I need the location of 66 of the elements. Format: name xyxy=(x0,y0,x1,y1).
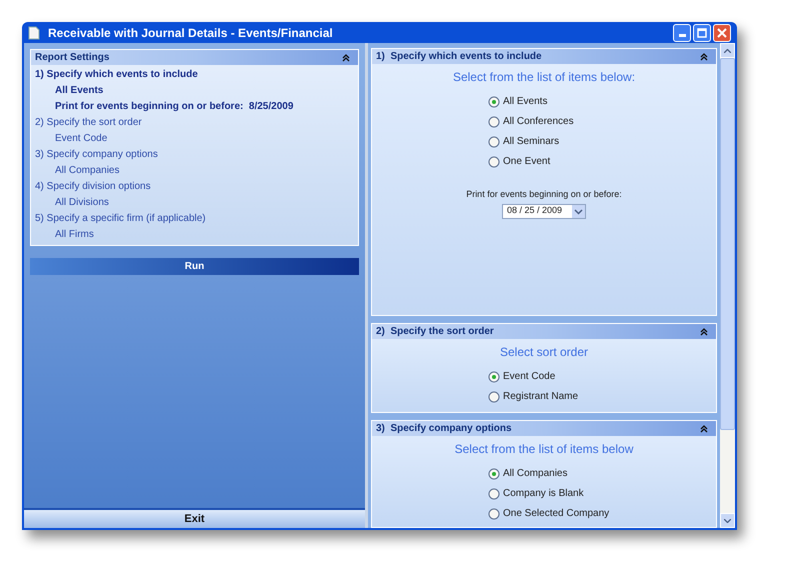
panel-prompt: Select from the list of items below xyxy=(454,441,634,458)
collapse-icon[interactable] xyxy=(700,328,708,336)
radio-option[interactable]: All Companies xyxy=(488,465,716,482)
option-label: One Event xyxy=(503,155,550,169)
collapse-icon[interactable] xyxy=(700,424,708,432)
section-value: Event Code xyxy=(54,132,108,146)
scroll-up-icon xyxy=(724,48,731,52)
radio-option[interactable]: Registrant Name xyxy=(488,388,716,405)
radio-option[interactable]: All Seminars xyxy=(488,133,716,150)
scroll-thumb[interactable] xyxy=(720,58,735,430)
option-label: All Companies xyxy=(503,467,568,481)
radio-icon xyxy=(488,488,500,500)
option-label: All Seminars xyxy=(503,135,560,149)
panel-title: 3) Specify company options xyxy=(376,422,512,436)
radio-icon xyxy=(488,370,500,382)
radio-option[interactable]: One Selected Company xyxy=(488,505,716,522)
maximize-button[interactable] xyxy=(693,24,711,42)
minimize-icon xyxy=(678,34,686,36)
section-value: All Firms xyxy=(54,228,95,242)
radio-icon xyxy=(488,136,500,148)
collapse-icon[interactable] xyxy=(700,52,708,60)
option-label: Event Code xyxy=(503,370,556,384)
section-value: Print for events beginning on or before: 8/25/2009 xyxy=(54,100,294,114)
radio-option[interactable]: One Event xyxy=(488,153,716,170)
radio-option[interactable]: All Events xyxy=(488,93,716,110)
panel-prompt: Select sort order xyxy=(500,344,588,361)
panel-title: Report Settings xyxy=(35,51,110,65)
document-icon xyxy=(28,26,40,40)
option-label: Registrant Name xyxy=(503,390,578,404)
radio-icon xyxy=(488,156,500,168)
exit-button[interactable]: Exit xyxy=(24,508,365,528)
scroll-down-icon xyxy=(724,518,731,522)
panel-title: 1) Specify which events to include xyxy=(376,50,542,64)
close-icon xyxy=(717,28,727,38)
radio-icon xyxy=(488,390,500,402)
section-value: All Events xyxy=(54,84,104,98)
panel-prompt: Select from the list of items below: xyxy=(452,69,636,86)
section-heading[interactable]: 4) Specify division options xyxy=(35,179,354,195)
section-value: All Divisions xyxy=(54,196,110,210)
panel-title: 2) Specify the sort order xyxy=(376,325,494,339)
section-value: All Companies xyxy=(54,164,120,178)
scrollbar[interactable] xyxy=(720,43,735,528)
section-heading[interactable]: 1) Specify which events to include xyxy=(35,67,354,83)
section-heading[interactable]: 3) Specify company options xyxy=(35,147,354,163)
section-heading[interactable]: 5) Specify a specific firm (if applicable) xyxy=(35,211,354,227)
radio-icon xyxy=(488,116,500,128)
run-button[interactable]: Run xyxy=(30,258,359,275)
date-label: Print for events beginning on or before: xyxy=(466,188,622,201)
option-label: One Selected Company xyxy=(503,507,610,521)
radio-option[interactable]: All Conferences xyxy=(488,113,716,130)
window-title: Receivable with Journal Details - Events/Financial xyxy=(48,24,333,42)
option-label: All Conferences xyxy=(503,115,574,129)
radio-option[interactable]: Company is Blank xyxy=(488,485,716,502)
radio-icon xyxy=(488,508,500,520)
date-picker[interactable]: 08 / 25 / 2009 xyxy=(502,204,586,218)
radio-icon xyxy=(488,96,500,108)
radio-icon xyxy=(488,468,500,480)
option-label: All Events xyxy=(503,95,548,109)
radio-option[interactable]: Event Code xyxy=(488,368,716,385)
maximize-icon xyxy=(697,28,707,38)
dropdown-icon xyxy=(572,204,585,218)
minimize-button[interactable] xyxy=(673,24,691,42)
section-heading[interactable]: 2) Specify the sort order xyxy=(35,115,354,131)
collapse-icon[interactable] xyxy=(342,54,350,62)
close-button[interactable] xyxy=(713,24,731,42)
option-label: Company is Blank xyxy=(503,487,584,501)
